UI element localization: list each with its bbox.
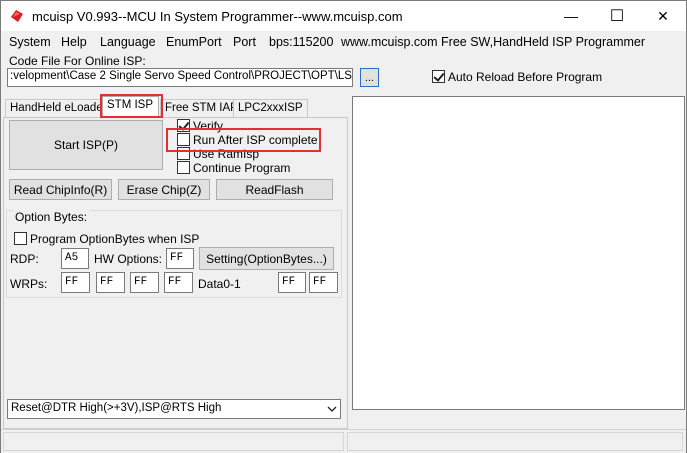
reset-mode-select[interactable]: Reset@DTR High(>+3V),ISP@RTS High bbox=[7, 399, 341, 419]
title-bar: mcuisp V0.993--MCU In System Programmer-… bbox=[1, 1, 686, 31]
menu-port[interactable]: Port bbox=[233, 35, 256, 49]
readflash-button[interactable]: ReadFlash bbox=[216, 179, 333, 200]
auto-reload-checkbox[interactable] bbox=[432, 70, 445, 83]
auto-reload-label: Auto Reload Before Program bbox=[448, 70, 603, 84]
wrps-label: WRPs: bbox=[10, 277, 48, 291]
rdp-field[interactable]: A5 bbox=[61, 248, 89, 269]
app-window: mcuisp V0.993--MCU In System Programmer-… bbox=[0, 0, 687, 453]
close-icon: ✕ bbox=[657, 7, 669, 24]
chevron-down-icon bbox=[323, 400, 340, 418]
code-file-path-input[interactable]: :velopment\Case 2 Single Servo Speed Con… bbox=[7, 68, 353, 87]
program-optionbytes-label: Program OptionBytes when ISP bbox=[30, 232, 200, 246]
setting-optionbytes-button[interactable]: Setting(OptionBytes...) bbox=[199, 247, 334, 270]
menu-system[interactable]: System bbox=[9, 35, 51, 49]
close-button[interactable]: ✕ bbox=[640, 1, 686, 31]
menu-bar: System Help Language EnumPort Port bps:1… bbox=[1, 32, 686, 52]
minimize-button[interactable]: — bbox=[548, 1, 594, 31]
wrp-field-1[interactable]: FF bbox=[96, 272, 125, 293]
code-file-label: Code File For Online ISP: bbox=[9, 54, 146, 68]
continue-program-label: Continue Program bbox=[193, 161, 291, 175]
hw-options-field[interactable]: FF bbox=[166, 248, 194, 269]
hw-options-label: HW Options: bbox=[94, 252, 163, 266]
erase-chip-button[interactable]: Erase Chip(Z) bbox=[118, 179, 210, 200]
menu-language[interactable]: Language bbox=[100, 35, 156, 49]
wrp-field-3[interactable]: FF bbox=[164, 272, 193, 293]
start-isp-button[interactable]: Start ISP(P) bbox=[9, 120, 163, 170]
verify-label: Verify bbox=[193, 119, 224, 133]
use-ramisp-label: Use RamIsp bbox=[193, 147, 260, 161]
menu-bps[interactable]: bps:115200 bbox=[269, 35, 333, 49]
menu-enumport[interactable]: EnumPort bbox=[166, 35, 222, 49]
status-cell-left bbox=[3, 432, 344, 451]
tab-stm-isp[interactable]: STM ISP bbox=[102, 96, 159, 118]
tab-handheld-eloader[interactable]: HandHeld eLoader bbox=[5, 99, 112, 117]
program-optionbytes-checkbox[interactable] bbox=[14, 232, 27, 245]
status-bar bbox=[1, 429, 686, 453]
data-field-0[interactable]: FF bbox=[278, 272, 306, 293]
rdp-label: RDP: bbox=[10, 252, 39, 266]
option-bytes-label: Option Bytes: bbox=[13, 210, 90, 224]
window-title: mcuisp V0.993--MCU In System Programmer-… bbox=[32, 9, 403, 24]
run-after-isp-label: Run After ISP complete bbox=[193, 133, 318, 147]
maximize-button[interactable]: ☐ bbox=[594, 1, 640, 31]
log-output-area[interactable] bbox=[352, 96, 685, 410]
status-cell-right bbox=[347, 432, 683, 451]
continue-program-checkbox[interactable] bbox=[177, 161, 190, 174]
menu-website[interactable]: www.mcuisp.com Free SW,HandHeld ISP Prog… bbox=[341, 35, 645, 49]
run-after-isp-checkbox[interactable] bbox=[177, 133, 190, 146]
reset-mode-value: Reset@DTR High(>+3V),ISP@RTS High bbox=[11, 402, 222, 414]
use-ramisp-checkbox[interactable] bbox=[177, 147, 190, 160]
wrp-field-2[interactable]: FF bbox=[130, 272, 159, 293]
menu-help[interactable]: Help bbox=[61, 35, 87, 49]
verify-checkbox[interactable] bbox=[177, 119, 190, 132]
maximize-icon: ☐ bbox=[609, 8, 625, 25]
app-logo-icon bbox=[11, 10, 23, 22]
browse-file-button[interactable]: ... bbox=[360, 68, 379, 87]
tab-lpc2xxxisp[interactable]: LPC2xxxISP bbox=[233, 99, 308, 117]
tab-free-stm-iap[interactable]: Free STM IAP bbox=[160, 99, 243, 117]
data-field-1[interactable]: FF bbox=[309, 272, 338, 293]
minimize-icon: — bbox=[564, 8, 578, 24]
data0-1-label: Data0-1 bbox=[198, 277, 241, 291]
read-chipinfo-button[interactable]: Read ChipInfo(R) bbox=[9, 179, 112, 200]
wrp-field-0[interactable]: FF bbox=[61, 272, 90, 293]
